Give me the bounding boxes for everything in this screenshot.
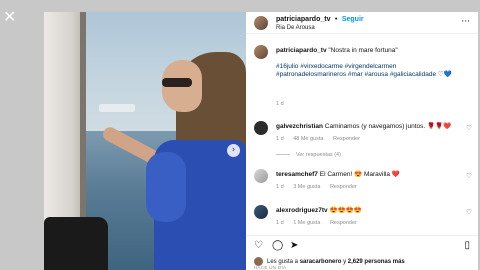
- comment-reply-button[interactable]: Responder: [330, 220, 357, 226]
- caption-time: 1 d: [276, 101, 284, 107]
- comment-likes[interactable]: 3 Me gusta: [293, 184, 320, 190]
- comment-username[interactable]: teresamchef7: [276, 171, 318, 178]
- comment-body: teresamchef7 El Carmen! 😍 Maravilla ❤️: [276, 171, 456, 179]
- comment-avatar[interactable]: [254, 169, 268, 183]
- caption-meta: 1 d: [276, 101, 292, 107]
- comment-text: Caminamos (y navegamos) juntos. 🌹🌹❤️: [324, 123, 452, 130]
- caption-hashtags-line2[interactable]: #patronadelosmarineros #mar #arousa #gal…: [276, 71, 456, 79]
- photo-sunglasses: [162, 78, 192, 87]
- comment-likes[interactable]: 48 Me gusta: [293, 136, 323, 142]
- more-icon[interactable]: ···: [461, 17, 470, 27]
- comment-avatar[interactable]: [254, 205, 268, 219]
- likes-user[interactable]: saracarbonero: [300, 259, 342, 265]
- likes-count[interactable]: 2,629 personas más: [348, 259, 405, 265]
- comment-text: El Carmen! 😍 Maravilla ❤️: [319, 171, 400, 178]
- next-arrow-icon[interactable]: ›: [227, 144, 240, 157]
- caption-avatar[interactable]: [254, 45, 268, 59]
- comment-icon[interactable]: ◯: [272, 240, 283, 252]
- comment-meta: 1 d 48 Me gusta Responder: [276, 136, 368, 142]
- comment-like-icon[interactable]: ♡: [466, 172, 472, 180]
- comment-like-icon[interactable]: ♡: [466, 124, 472, 132]
- comment-text: 😍😍😍😍: [329, 207, 362, 214]
- caption-body: patriciapardo_tv "Nostra in mare fortuna…: [276, 47, 456, 79]
- caption-hashtags-line1[interactable]: #16julio #virxedocarme #virgendelcarmen: [276, 63, 456, 71]
- share-icon[interactable]: ➤: [290, 240, 298, 252]
- comment-reply-button[interactable]: Responder: [333, 136, 360, 142]
- photo-bag: [44, 217, 108, 270]
- comment-meta: 1 d 3 Me gusta Responder: [276, 184, 365, 190]
- likes-prefix: Les gusta a: [267, 258, 299, 265]
- heart-icon[interactable]: ♡: [254, 240, 263, 252]
- comment-time: 1 d: [276, 220, 284, 226]
- comment-time: 1 d: [276, 136, 284, 142]
- view-replies-button[interactable]: Ver respuestas (4): [276, 152, 341, 158]
- bookmark-icon[interactable]: ▯: [464, 240, 470, 252]
- header-separator: •: [334, 16, 338, 23]
- comment-body: alexrodriguez7tv 😍😍😍😍: [276, 207, 456, 215]
- comment-username[interactable]: galvezchristian: [276, 123, 323, 130]
- follow-button[interactable]: Seguir: [342, 16, 364, 23]
- post-sidebar: patriciapardo_tv • Seguir Ria De Arousa …: [246, 12, 478, 270]
- post-modal: › patriciapardo_tv • Seguir Ria De Arous…: [44, 12, 478, 270]
- comment-body: galvezchristian Caminamos (y navegamos) …: [276, 123, 456, 131]
- photo-dress-ruffle: [146, 152, 186, 222]
- comment-avatar[interactable]: [254, 121, 268, 135]
- post-timestamp: HACE UN DÍA: [254, 265, 287, 270]
- action-bar: ♡ ◯ ➤ ▯ Les gusta a saracarbonero y 2,62…: [246, 235, 478, 270]
- comment-reply-button[interactable]: Responder: [330, 184, 357, 190]
- close-icon[interactable]: ✕: [3, 9, 17, 25]
- caption-text: "Nostra in mare fortuna": [328, 47, 398, 54]
- comment-likes[interactable]: 1 Me gusta: [293, 220, 320, 226]
- comment-like-icon[interactable]: ♡: [466, 208, 472, 216]
- author-username[interactable]: patriciapardo_tv: [276, 16, 330, 23]
- post-header: patriciapardo_tv • Seguir Ria De Arousa …: [246, 12, 478, 34]
- photo-boat: [99, 104, 135, 112]
- post-location[interactable]: Ria De Arousa: [276, 24, 364, 32]
- caption-username[interactable]: patriciapardo_tv: [276, 47, 327, 54]
- comment-time: 1 d: [276, 184, 284, 190]
- post-photo[interactable]: ›: [44, 12, 246, 270]
- comment-username[interactable]: alexrodriguez7tv: [276, 207, 328, 214]
- comment-meta: 1 d 1 Me gusta Responder: [276, 220, 365, 226]
- author-avatar[interactable]: [254, 15, 268, 30]
- likes-mid: y: [343, 258, 347, 265]
- comments-list: patriciapardo_tv "Nostra in mare fortuna…: [246, 35, 478, 231]
